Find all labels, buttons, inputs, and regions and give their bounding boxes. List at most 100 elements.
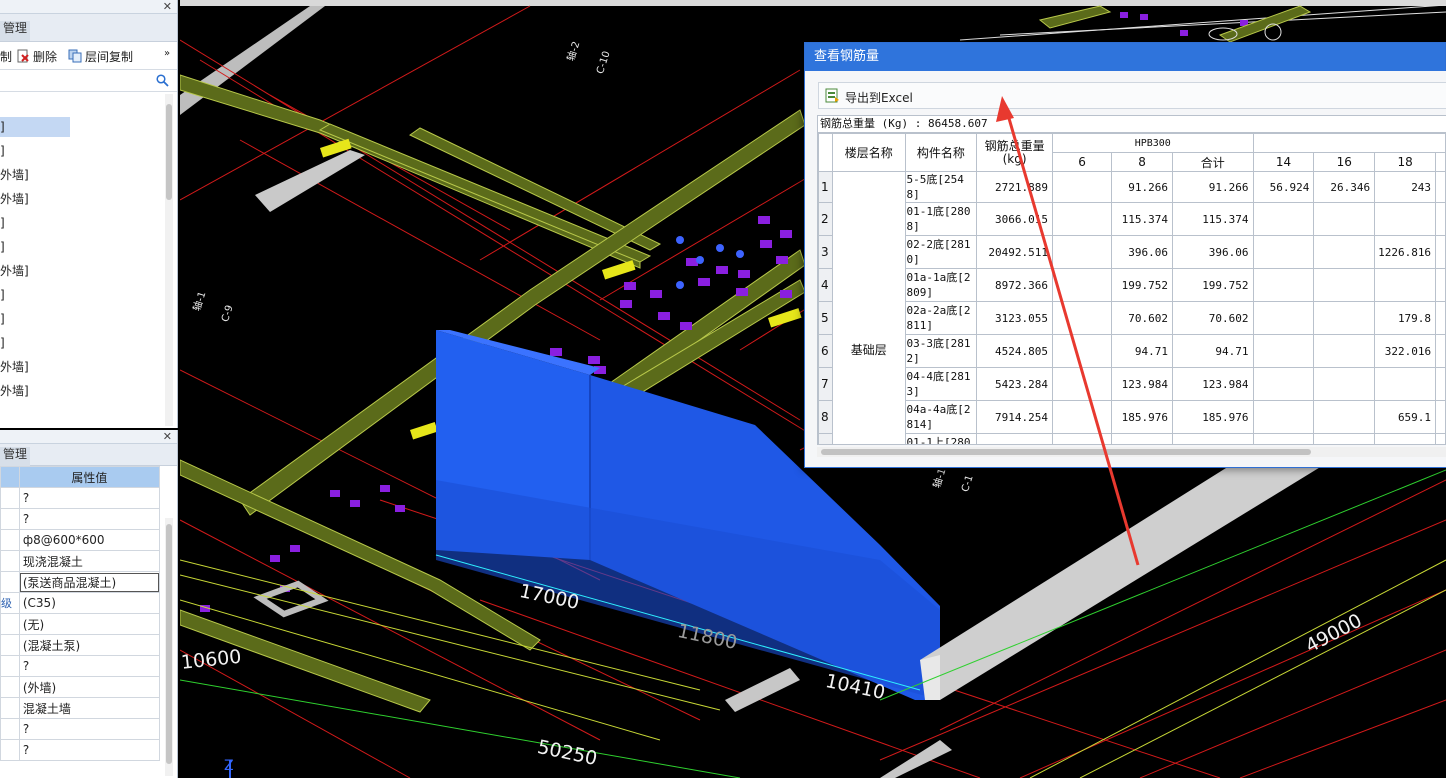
subtotal-cell[interactable]: 91.266: [1172, 171, 1254, 203]
d14-cell[interactable]: [1252, 400, 1315, 434]
d16-cell[interactable]: [1313, 202, 1376, 236]
d6-cell[interactable]: [1051, 400, 1113, 434]
table-row[interactable]: 8 04a-4a底[2814] 7914.254 185.976 185.976…: [818, 400, 1446, 434]
table-row[interactable]: 4 01a-1a底[2809] 8972.366 199.752 199.752: [818, 268, 1446, 302]
scrollbar-thumb[interactable]: [166, 524, 172, 764]
d16-cell[interactable]: [1313, 268, 1376, 302]
close-icon[interactable]: ✕: [163, 430, 172, 443]
close-icon[interactable]: ✕: [163, 0, 172, 13]
d16-cell[interactable]: [1313, 400, 1376, 434]
component-name-cell[interactable]: 02a-2a底[2811]: [904, 301, 978, 335]
d6-cell[interactable]: [1051, 301, 1113, 335]
property-value[interactable]: ?: [18, 655, 161, 677]
d16-cell[interactable]: [1313, 334, 1376, 368]
export-to-excel-button[interactable]: 导出到Excel: [818, 82, 1446, 109]
subtotal-cell[interactable]: 70.602: [1172, 301, 1254, 335]
d6-cell[interactable]: [1051, 268, 1113, 302]
delete-button[interactable]: 删除: [16, 48, 57, 65]
property-scrollbar[interactable]: [165, 518, 173, 776]
search-bar[interactable]: [0, 70, 177, 92]
component-name-cell[interactable]: 03-3底[2812]: [904, 334, 978, 368]
d14-cell[interactable]: [1252, 235, 1315, 269]
search-icon[interactable]: [156, 74, 169, 87]
d14-cell[interactable]: [1252, 367, 1315, 401]
d14-cell[interactable]: [1252, 268, 1315, 302]
subtotal-cell[interactable]: 94.71: [1172, 334, 1254, 368]
d8-cell[interactable]: 396.06: [1111, 235, 1174, 269]
total-weight-cell[interactable]: 8141.088: [976, 433, 1053, 444]
tree-item[interactable]: ]: [0, 213, 5, 233]
subtotal-cell[interactable]: 123.984: [1172, 367, 1254, 401]
d14-cell[interactable]: [1252, 202, 1315, 236]
property-value[interactable]: (外墙): [18, 676, 161, 698]
d8-cell[interactable]: 199.752: [1111, 268, 1174, 302]
property-value[interactable]: 现浇混凝土: [18, 550, 161, 572]
d18-cell[interactable]: 243: [1374, 171, 1437, 203]
table-row[interactable]: 7 04-4底[2813] 5423.284 123.984 123.984: [818, 367, 1446, 401]
tree-item[interactable]: 外墙]: [0, 357, 29, 377]
d18-cell[interactable]: [1374, 367, 1437, 401]
total-weight-cell[interactable]: 7914.254: [976, 400, 1053, 434]
d18-cell[interactable]: [1374, 202, 1437, 236]
subtotal-cell[interactable]: 185.976: [1172, 400, 1254, 434]
table-row[interactable]: 3 02-2底[2810] 20492.511 396.06 396.06 12…: [818, 235, 1446, 269]
scrollbar-thumb[interactable]: [166, 104, 172, 200]
subtotal-cell[interactable]: 396.06: [1172, 235, 1254, 269]
tree-item[interactable]: 外墙]: [0, 261, 29, 281]
subtotal-cell[interactable]: 115.374: [1172, 202, 1254, 236]
property-value[interactable]: ?: [18, 508, 161, 530]
component-name-cell[interactable]: 01-1底[2808]: [904, 202, 978, 236]
tree-item[interactable]: 外墙]: [0, 381, 29, 401]
floor-name-cell[interactable]: 基础层: [831, 171, 906, 444]
table-row[interactable]: 2 01-1底[2808] 3066.015 115.374 115.374: [818, 202, 1446, 236]
component-name-cell[interactable]: 01-1上[2807]: [904, 433, 978, 444]
table-horizontal-scrollbar[interactable]: [817, 447, 1446, 457]
d16-cell[interactable]: 26.346: [1313, 171, 1376, 203]
tree-item[interactable]: 外墙]: [0, 189, 29, 209]
property-value-selected[interactable]: (泵送商品混凝土): [18, 571, 161, 593]
tab-management[interactable]: 管理: [0, 21, 31, 41]
tree-item[interactable]: ]: [0, 237, 5, 257]
component-name-cell[interactable]: 5-5底[2548]: [904, 171, 978, 203]
d18-cell[interactable]: [1374, 433, 1437, 444]
total-weight-cell[interactable]: 3123.055: [976, 301, 1053, 335]
table-row[interactable]: 9 01-1上[2807] 8141.088 98.792 98.792 114…: [818, 433, 1446, 444]
total-weight-cell[interactable]: 5423.284: [976, 367, 1053, 401]
d14-cell[interactable]: [1252, 301, 1315, 335]
d8-cell[interactable]: 185.976: [1111, 400, 1174, 434]
property-value[interactable]: ф8@600*600: [18, 529, 161, 551]
component-name-cell[interactable]: 04-4底[2813]: [904, 367, 978, 401]
d14-cell[interactable]: [1252, 334, 1315, 368]
scrollbar-thumb[interactable]: [821, 449, 1311, 455]
table-row[interactable]: 6 03-3底[2812] 4524.805 94.71 94.71 322.0…: [818, 334, 1446, 368]
d8-cell[interactable]: 70.602: [1111, 301, 1174, 335]
d6-cell[interactable]: [1051, 235, 1113, 269]
tree-item[interactable]: ]: [0, 285, 5, 305]
table-row[interactable]: 1 基础层 5-5底[2548] 2721.889 91.266 91.266 …: [818, 171, 1446, 444]
total-weight-cell[interactable]: 20492.511: [976, 235, 1053, 269]
d14-cell[interactable]: 114.038: [1252, 433, 1315, 444]
d16-cell[interactable]: 36.45: [1313, 433, 1376, 444]
total-weight-cell[interactable]: 8972.366: [976, 268, 1053, 302]
d6-cell[interactable]: [1051, 367, 1113, 401]
subtotal-cell[interactable]: 199.752: [1172, 268, 1254, 302]
floor-copy-button[interactable]: 层间复制: [68, 48, 133, 65]
d18-cell[interactable]: 322.016: [1374, 334, 1437, 368]
d14-cell[interactable]: 56.924: [1252, 171, 1315, 203]
table-row[interactable]: 5 02a-2a底[2811] 3123.055 70.602 70.602 1…: [818, 301, 1446, 335]
tree-item[interactable]: ]: [0, 117, 70, 137]
total-weight-cell[interactable]: 4524.805: [976, 334, 1053, 368]
more-tools-button[interactable]: »: [164, 48, 170, 59]
tree-item[interactable]: 外墙]: [0, 165, 29, 185]
property-value[interactable]: ?: [18, 739, 161, 761]
tree-item[interactable]: ]: [0, 309, 5, 329]
d8-cell[interactable]: 123.984: [1111, 367, 1174, 401]
d8-cell[interactable]: 115.374: [1111, 202, 1174, 236]
d6-cell[interactable]: [1051, 334, 1113, 368]
tree-scrollbar[interactable]: [165, 94, 173, 426]
property-value[interactable]: (混凝土泵): [18, 634, 161, 656]
d16-cell[interactable]: [1313, 301, 1376, 335]
d16-cell[interactable]: [1313, 367, 1376, 401]
d8-cell[interactable]: 94.71: [1111, 334, 1174, 368]
d8-cell[interactable]: 98.792: [1111, 433, 1174, 444]
